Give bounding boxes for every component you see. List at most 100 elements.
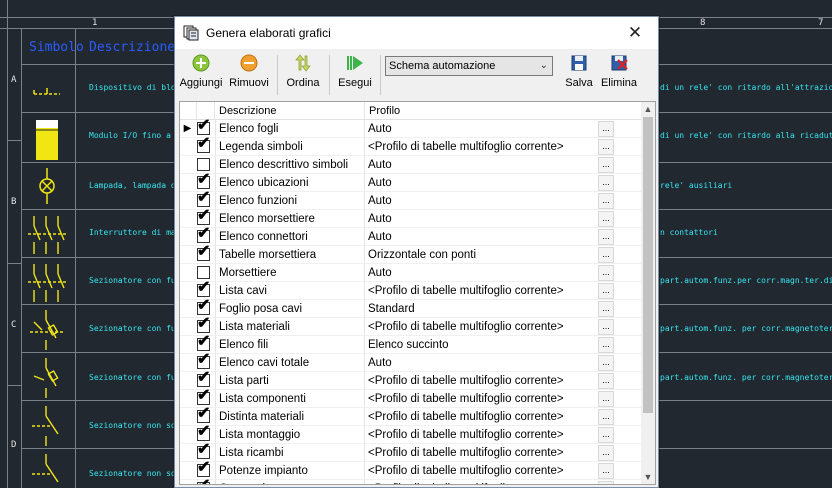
row-ellipsis-button[interactable]: ... — [598, 463, 614, 479]
row-ellipsis-button[interactable]: ... — [598, 229, 614, 245]
table-row[interactable]: ▶ ✔ Elenco fogli Auto... — [180, 117, 641, 138]
row-profile[interactable]: <Profilo di tabelle multifoglio corrente… — [365, 390, 598, 408]
row-ellipsis-button[interactable]: ... — [598, 283, 614, 299]
table-row[interactable]: ✔ Potenze impianto <Profilo di tabelle mul… — [180, 459, 641, 480]
row-checkbox[interactable]: ✔ — [197, 405, 210, 423]
row-checkbox[interactable]: ✔ — [197, 423, 210, 441]
row-checkbox[interactable]: ✔ — [197, 243, 210, 261]
table-row[interactable]: ✔ Elenco funzioni Auto... — [180, 189, 641, 210]
table-row[interactable]: ✔ Lista parti <Profilo di tabelle multifog… — [180, 369, 641, 390]
order-button[interactable]: Ordina — [283, 51, 323, 99]
row-checkbox[interactable] — [197, 158, 210, 171]
scroll-down-button[interactable]: ▼ — [641, 470, 655, 484]
table-row[interactable]: ✔ Legenda simboli <Profilo di tabelle mult… — [180, 135, 641, 156]
row-checkbox[interactable] — [197, 266, 210, 279]
row-checkbox[interactable]: ✔ — [197, 225, 210, 243]
close-button[interactable]: ✕ — [612, 17, 658, 49]
row-ellipsis-button[interactable]: ... — [598, 301, 614, 317]
row-ellipsis-button[interactable]: ... — [598, 481, 614, 484]
table-row[interactable]: ✔ Elenco cavi totale Auto... — [180, 351, 641, 372]
delete-button[interactable]: Elimina — [599, 51, 639, 99]
row-ellipsis-button[interactable]: ... — [598, 337, 614, 353]
table-row[interactable]: Morsettiere Auto... — [180, 264, 641, 282]
row-checkbox[interactable]: ✔ — [197, 279, 210, 297]
table-row[interactable]: ✔ Elenco connettori Auto... — [180, 225, 641, 246]
row-ellipsis-button[interactable]: ... — [598, 247, 614, 263]
row-checkbox[interactable]: ✔ — [197, 135, 210, 153]
row-profile[interactable]: Auto — [365, 120, 598, 138]
row-ellipsis-button[interactable]: ... — [598, 121, 614, 137]
row-checkbox[interactable]: ✔ — [197, 171, 210, 189]
row-ellipsis-button[interactable]: ... — [598, 265, 614, 281]
row-profile[interactable]: Auto — [365, 354, 598, 372]
row-profile[interactable]: Elenco succinto — [365, 336, 598, 354]
row-checkbox[interactable]: ✔ — [197, 117, 210, 135]
row-profile[interactable]: Standard — [365, 300, 598, 318]
row-ellipsis-button[interactable]: ... — [598, 373, 614, 389]
row-ellipsis-button[interactable]: ... — [598, 139, 614, 155]
column-header-description[interactable]: Descrizione — [215, 102, 365, 120]
row-profile[interactable]: Auto — [365, 210, 598, 228]
table-row[interactable]: Elenco descrittivo simboli Auto... — [180, 156, 641, 174]
row-ellipsis-button[interactable]: ... — [598, 427, 614, 443]
table-row[interactable]: ✔ Lista cavi <Profilo di tabelle multifogl… — [180, 279, 641, 300]
add-button[interactable]: Aggiungi — [179, 51, 223, 99]
row-checkbox[interactable]: ✔ — [197, 441, 210, 459]
remove-button[interactable]: Rimuovi — [227, 51, 271, 99]
table-row[interactable]: ✔ Tabelle morsettiera Orizzontale con pont… — [180, 243, 641, 264]
table-row[interactable]: ✔ Distinta materiali <Profilo di tabelle m… — [180, 405, 641, 426]
save-button[interactable]: Salva — [561, 51, 597, 99]
table-row[interactable]: ✔ Elenco fili Elenco succinto... — [180, 333, 641, 354]
run-button[interactable]: Esegui — [335, 51, 375, 99]
row-profile[interactable]: Auto — [365, 174, 598, 192]
row-ellipsis-button[interactable]: ... — [598, 355, 614, 371]
row-profile[interactable]: <Profilo di tabelle multifoglio corrente… — [365, 426, 598, 444]
row-ellipsis-button[interactable]: ... — [598, 409, 614, 425]
table-row[interactable]: ✔ Elenco ubicazioni Auto... — [180, 171, 641, 192]
row-ellipsis-button[interactable]: ... — [598, 193, 614, 209]
table-row[interactable]: ✔ Foglio posa cavi Standard... — [180, 297, 641, 318]
table-row[interactable]: ✔ Lista materiali <Profilo di tabelle mult… — [180, 315, 641, 336]
row-profile[interactable]: <Profilo di tabelle multifoglio corrente… — [365, 480, 598, 484]
row-checkbox[interactable]: ✔ — [197, 333, 210, 351]
row-checkbox[interactable]: ✔ — [197, 189, 210, 207]
row-profile[interactable]: Auto — [365, 264, 598, 282]
row-checkbox[interactable]: ✔ — [197, 207, 210, 225]
row-profile[interactable]: <Profilo di tabelle multifoglio corrente… — [365, 408, 598, 426]
table-row[interactable]: ✔ Cavetteria<Profilo di tabelle multifogl… — [180, 477, 641, 484]
table-row[interactable]: ✔ Elenco morsettiere Auto... — [180, 207, 641, 228]
table-row[interactable]: ✔ Lista componenti <Profilo di tabelle mul… — [180, 387, 641, 408]
row-profile[interactable]: <Profilo di tabelle multifoglio corrente… — [365, 318, 598, 336]
row-profile[interactable]: Orizzontale con ponti — [365, 246, 598, 264]
row-profile[interactable]: <Profilo di tabelle multifoglio corrente… — [365, 372, 598, 390]
table-row[interactable]: ✔ Lista ricambi <Profilo di tabelle multif… — [180, 441, 641, 462]
row-checkbox[interactable]: ✔ — [197, 315, 210, 333]
column-header-profile[interactable]: Profilo — [365, 102, 641, 120]
row-checkbox[interactable]: ✔ — [197, 387, 210, 405]
row-profile[interactable]: Auto — [365, 156, 598, 174]
row-ellipsis-button[interactable]: ... — [598, 391, 614, 407]
row-profile[interactable]: <Profilo di tabelle multifoglio corrente… — [365, 138, 598, 156]
scroll-up-button[interactable]: ▲ — [641, 102, 655, 116]
row-checkbox[interactable]: ✔ — [197, 477, 210, 484]
row-profile[interactable]: <Profilo di tabelle multifoglio corrente… — [365, 444, 598, 462]
dialog-titlebar[interactable]: Genera elaborati grafici ✕ — [175, 17, 658, 49]
cad-row-letter: B — [11, 197, 17, 207]
row-checkbox[interactable]: ✔ — [197, 369, 210, 387]
row-checkbox[interactable]: ✔ — [197, 459, 210, 477]
row-profile[interactable]: <Profilo di tabelle multifoglio corrente… — [365, 462, 598, 480]
row-ellipsis-button[interactable]: ... — [598, 175, 614, 191]
row-checkbox[interactable]: ✔ — [197, 297, 210, 315]
row-ellipsis-button[interactable]: ... — [598, 211, 614, 227]
row-ellipsis-button[interactable]: ... — [598, 157, 614, 173]
scroll-thumb[interactable] — [643, 117, 653, 413]
row-checkbox[interactable]: ✔ — [197, 351, 210, 369]
row-profile[interactable]: Auto — [365, 228, 598, 246]
profile-dropdown[interactable]: Schema automazione ⌄ — [385, 56, 553, 76]
vertical-scrollbar[interactable]: ▲ ▼ — [641, 102, 655, 484]
row-ellipsis-button[interactable]: ... — [598, 445, 614, 461]
row-profile[interactable]: <Profilo di tabelle multifoglio corrente… — [365, 282, 598, 300]
table-row[interactable]: ✔ Lista montaggio <Profilo di tabelle mult… — [180, 423, 641, 444]
row-profile[interactable]: Auto — [365, 192, 598, 210]
row-ellipsis-button[interactable]: ... — [598, 319, 614, 335]
